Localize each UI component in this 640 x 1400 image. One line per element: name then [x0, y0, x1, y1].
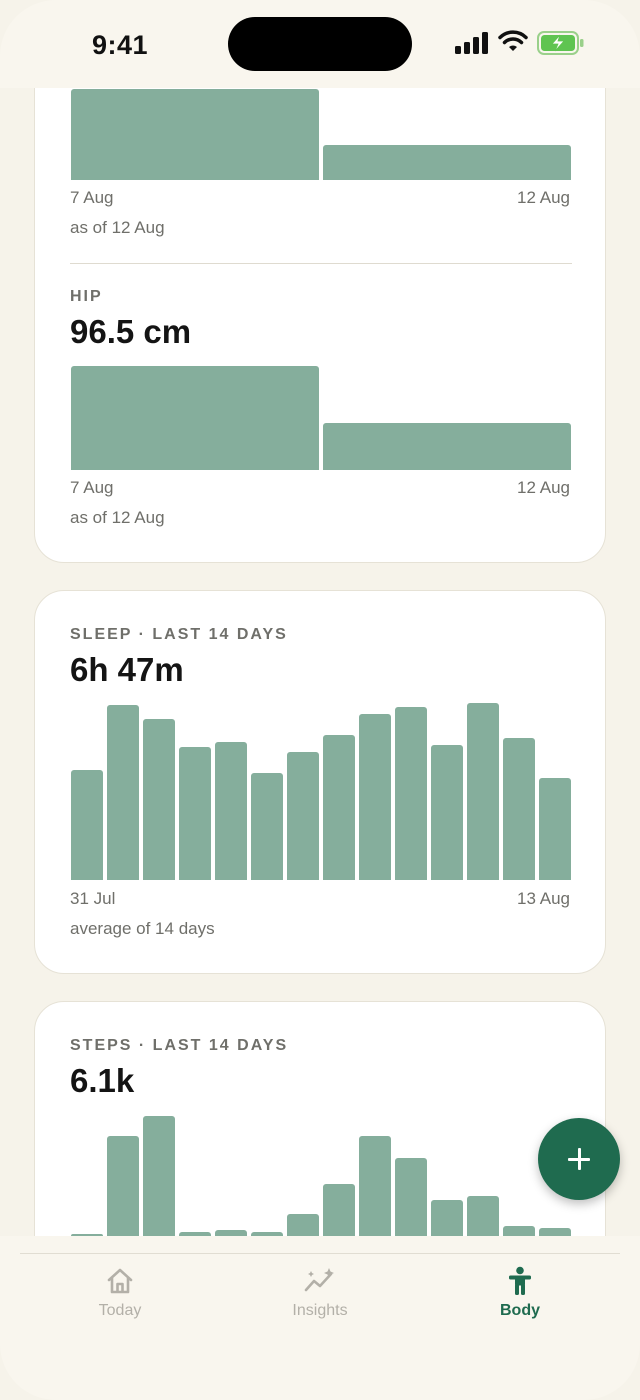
- waist-note: as of 12 Aug: [70, 218, 165, 237]
- battery-charging-icon: [537, 31, 584, 55]
- sleep-axis-end: 13 Aug: [517, 889, 570, 908]
- dynamic-island: [228, 17, 412, 71]
- sleep-value: 6h 47m: [70, 651, 184, 688]
- bar-2-aug: [143, 1116, 175, 1236]
- bar-6-aug: [287, 752, 319, 880]
- cellular-signal-icon: [455, 32, 488, 54]
- sleep-note: average of 14 days: [70, 919, 215, 938]
- sleep-card[interactable]: SLEEP · LAST 14 DAYS 6h 47m 31 Jul 13 Au…: [34, 590, 606, 974]
- hip-note: as of 12 Aug: [70, 508, 165, 527]
- bar-7-aug: [323, 734, 355, 880]
- tab-insights[interactable]: Insights: [240, 1266, 400, 1320]
- tab-today-label: Today: [98, 1302, 142, 1319]
- bar-8-aug: [359, 1136, 391, 1236]
- add-entry-button[interactable]: [538, 1118, 620, 1200]
- bar-7-aug: [71, 89, 319, 180]
- bar-11-aug: [467, 1196, 499, 1236]
- bar-12-aug: [323, 423, 571, 470]
- body-metrics-scroll[interactable]: 7 Aug 12 Aug as of 12 Aug HIP 96.5 cm 7 …: [0, 88, 640, 1236]
- tab-body-label: Body: [500, 1302, 540, 1319]
- bar-10-aug: [431, 1200, 463, 1236]
- hip-value: 96.5 cm: [70, 313, 192, 350]
- hip-bar-chart: [71, 366, 571, 470]
- measurements-card: 7 Aug 12 Aug as of 12 Aug HIP 96.5 cm 7 …: [34, 88, 606, 563]
- bar-12-aug: [503, 1226, 535, 1236]
- sleep-axis-start: 31 Jul: [70, 889, 116, 908]
- bar-13-aug: [539, 778, 571, 880]
- bar-2-aug: [143, 718, 175, 880]
- sleep-bar-chart: [71, 703, 571, 880]
- bar-31-jul: [71, 769, 103, 880]
- steps-value: 6.1k: [70, 1062, 135, 1099]
- steps-label: STEPS · LAST 14 DAYS: [70, 1037, 289, 1054]
- hip-axis-start: 7 Aug: [70, 478, 114, 497]
- insights-icon: [304, 1268, 334, 1292]
- waist-axis-end: 12 Aug: [517, 188, 570, 207]
- bar-1-aug: [107, 704, 139, 880]
- tab-today[interactable]: Today: [40, 1266, 200, 1320]
- bar-7-aug: [71, 366, 319, 470]
- wifi-icon: [498, 30, 528, 51]
- steps-bar-chart: [71, 1116, 571, 1236]
- tab-bar-divider: [20, 1253, 620, 1254]
- bar-10-aug: [431, 745, 463, 880]
- card-divider: [70, 263, 572, 264]
- steps-card[interactable]: STEPS · LAST 14 DAYS 6.1k: [34, 1001, 606, 1236]
- bar-9-aug: [395, 706, 427, 880]
- bar-1-aug: [107, 1136, 139, 1236]
- bar-13-aug: [539, 1227, 571, 1236]
- tab-bar: Today Insights Body: [0, 1236, 640, 1400]
- bar-3-aug: [179, 746, 211, 880]
- bar-4-aug: [215, 741, 247, 880]
- hip-label: HIP: [70, 288, 103, 305]
- bar-9-aug: [395, 1158, 427, 1236]
- bar-8-aug: [359, 713, 391, 880]
- bar-6-aug: [287, 1214, 319, 1236]
- status-bar: 9:41: [0, 0, 640, 88]
- bar-11-aug: [467, 703, 499, 880]
- waist-axis-start: 7 Aug: [70, 188, 114, 207]
- bar-12-aug: [503, 738, 535, 880]
- sleep-label: SLEEP · LAST 14 DAYS: [70, 626, 288, 643]
- home-icon: [107, 1268, 133, 1294]
- bar-7-aug: [323, 1184, 355, 1236]
- hip-axis-end: 12 Aug: [517, 478, 570, 497]
- body-icon: [509, 1266, 531, 1295]
- bar-12-aug: [323, 145, 571, 180]
- waist-bar-chart: [71, 89, 571, 180]
- status-time: 9:41: [92, 30, 149, 60]
- bar-5-aug: [251, 773, 283, 880]
- tab-body[interactable]: Body: [440, 1266, 600, 1320]
- phone-screen: 9:41 7 Aug 12 Aug as of 12 Aug HIP 96.5 …: [0, 0, 640, 1400]
- tab-insights-label: Insights: [292, 1302, 348, 1319]
